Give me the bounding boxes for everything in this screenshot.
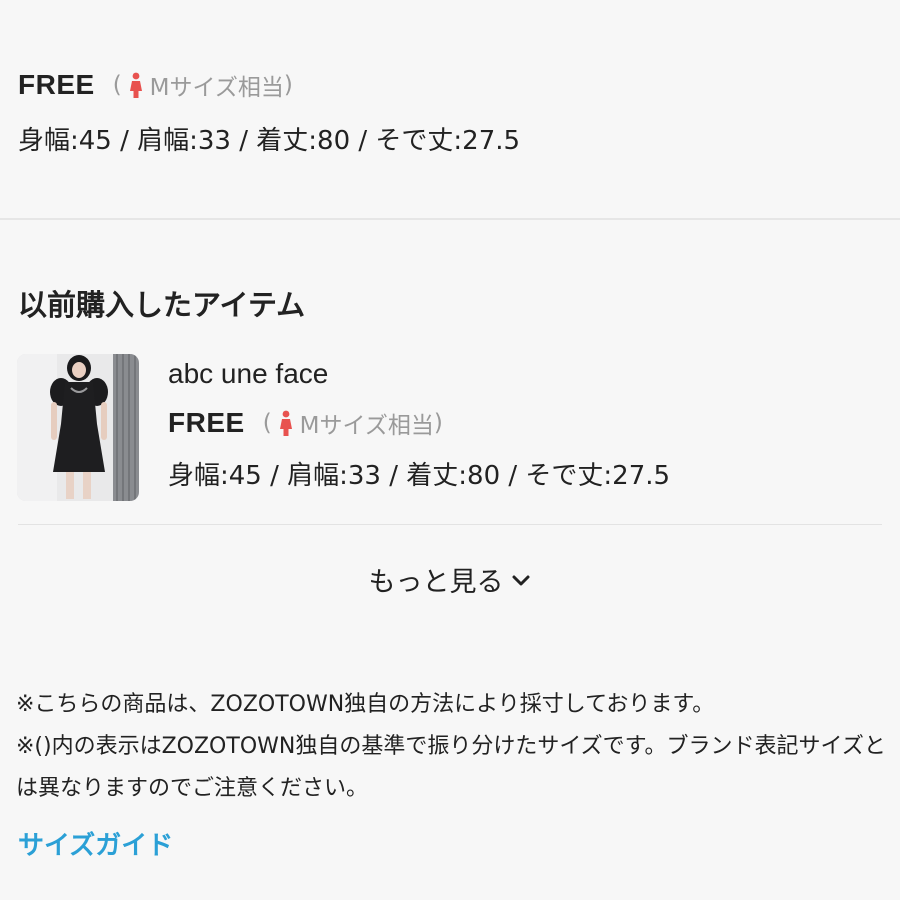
item-size-row: FREE ( Mサイズ相当 ) bbox=[168, 406, 443, 440]
note-line: ※こちらの商品は、ZOZOTOWN独自の方法により採寸しております。 bbox=[16, 692, 715, 717]
size-equivalent-text: Mサイズ相当 bbox=[149, 75, 284, 101]
size-guide-link[interactable]: サイズガイド bbox=[18, 825, 173, 862]
item-size-equivalent-text: Mサイズ相当 bbox=[299, 413, 434, 439]
item-divider bbox=[18, 524, 882, 525]
current-size-row: FREE ( Mサイズ相当 ) bbox=[18, 68, 293, 102]
item-measurements: 身幅:45 / 肩幅:33 / 着丈:80 / そで丈:27.5 bbox=[168, 461, 671, 491]
show-more-label: もっと見る bbox=[368, 567, 504, 598]
item-size-equivalent: ( Mサイズ相当 ) bbox=[263, 406, 443, 440]
size-label: FREE bbox=[18, 69, 95, 100]
woman-icon bbox=[129, 72, 142, 98]
paren-open: ( bbox=[262, 410, 272, 436]
size-equivalent: ( Mサイズ相当 ) bbox=[113, 68, 293, 102]
item-photo bbox=[17, 354, 139, 501]
paren-open: ( bbox=[112, 72, 122, 98]
item-size-label: FREE bbox=[168, 407, 245, 438]
chevron-down-icon bbox=[512, 575, 529, 585]
paren-close: ) bbox=[283, 72, 293, 98]
size-notes: ※こちらの商品は、ZOZOTOWN独自の方法により採寸しております。 ※()内の… bbox=[16, 684, 886, 810]
item-thumbnail[interactable] bbox=[17, 354, 139, 501]
note-line: ※()内の表示はZOZOTOWN独自の基準で振り分けたサイズです。ブランド表記サ… bbox=[16, 734, 886, 801]
previous-purchases-title: 以前購入したアイテム bbox=[18, 288, 306, 322]
paren-close: ) bbox=[433, 410, 443, 436]
section-divider bbox=[0, 218, 900, 220]
current-measurements: 身幅:45 / 肩幅:33 / 着丈:80 / そで丈:27.5 bbox=[18, 126, 521, 156]
show-more-button[interactable]: もっと見る bbox=[0, 560, 900, 599]
woman-icon bbox=[279, 410, 292, 436]
size-info-page: FREE ( Mサイズ相当 ) 身幅:45 / 肩幅:33 / 着丈:80 / … bbox=[0, 0, 900, 900]
item-brand[interactable]: abc une face bbox=[168, 358, 328, 390]
